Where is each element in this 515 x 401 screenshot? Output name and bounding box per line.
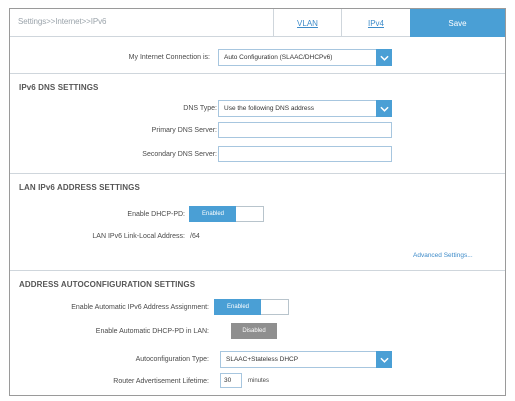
autoconfig-type-value: SLAAC+Stateless DHCP xyxy=(226,356,299,363)
link-local-label: LAN IPv6 Link-Local Address: xyxy=(92,233,185,240)
auto-assign-label: Enable Automatic IPv6 Address Assignment… xyxy=(71,304,209,311)
auto-assign-toggle[interactable]: Enabled xyxy=(214,299,289,315)
dns-type-label: DNS Type: xyxy=(183,105,217,112)
advanced-settings-link[interactable]: Advanced Settings... xyxy=(413,252,473,259)
autoconfig-type-label: Autoconfiguration Type: xyxy=(135,356,209,363)
auto-dhcp-pd-state: Disabled xyxy=(231,323,277,339)
section-divider xyxy=(10,270,505,271)
chevron-down-icon xyxy=(376,100,392,117)
auto-assign-state: Enabled xyxy=(214,299,262,315)
auto-dhcp-pd-toggle[interactable]: Disabled xyxy=(227,323,306,339)
chevron-down-icon xyxy=(376,49,392,66)
connection-type-value: Auto Configuration (SLAAC/DHCPv6) xyxy=(224,54,333,61)
dhcp-pd-toggle[interactable]: Enabled xyxy=(189,206,264,222)
lan-section-title: LAN IPv6 ADDRESS SETTINGS xyxy=(19,183,140,192)
primary-dns-input[interactable] xyxy=(218,122,392,138)
dhcp-pd-label: Enable DHCP-PD: xyxy=(127,211,185,218)
dns-type-select[interactable]: Use the following DNS address xyxy=(218,100,392,117)
header-bar: Settings>>Internet>>IPv6 VLAN IPv4 Save xyxy=(10,9,505,37)
connection-type-select[interactable]: Auto Configuration (SLAAC/DHCPv6) xyxy=(218,49,392,66)
breadcrumb: Settings>>Internet>>IPv6 xyxy=(18,17,107,26)
section-divider xyxy=(10,73,505,74)
dns-section-title: IPv6 DNS SETTINGS xyxy=(19,83,99,92)
dhcp-pd-state: Enabled xyxy=(189,206,237,222)
settings-window: Settings>>Internet>>IPv6 VLAN IPv4 Save … xyxy=(9,8,506,396)
section-divider xyxy=(10,173,505,174)
autoconfig-section-title: ADDRESS AUTOCONFIGURATION SETTINGS xyxy=(19,280,196,289)
primary-dns-label: Primary DNS Server: xyxy=(151,127,217,134)
tab-ipv4[interactable]: IPv4 xyxy=(341,9,410,37)
connection-type-label: My Internet Connection is: xyxy=(128,54,210,61)
autoconfig-type-select[interactable]: SLAAC+Stateless DHCP xyxy=(220,351,392,368)
secondary-dns-label: Secondary DNS Server: xyxy=(142,151,217,158)
toggle-knob xyxy=(261,299,289,315)
lifetime-input[interactable]: 30 xyxy=(220,373,242,388)
link-local-value: /64 xyxy=(190,233,200,240)
secondary-dns-input[interactable] xyxy=(218,146,392,162)
lifetime-label: Router Advertisement Lifetime: xyxy=(113,378,209,385)
chevron-down-icon xyxy=(376,351,392,368)
auto-dhcp-pd-label: Enable Automatic DHCP-PD in LAN: xyxy=(95,328,209,335)
dns-type-value: Use the following DNS address xyxy=(224,105,314,112)
lifetime-unit: minutes xyxy=(248,378,270,384)
tab-vlan[interactable]: VLAN xyxy=(273,9,341,37)
toggle-knob xyxy=(236,206,264,222)
save-button[interactable]: Save xyxy=(410,9,505,37)
